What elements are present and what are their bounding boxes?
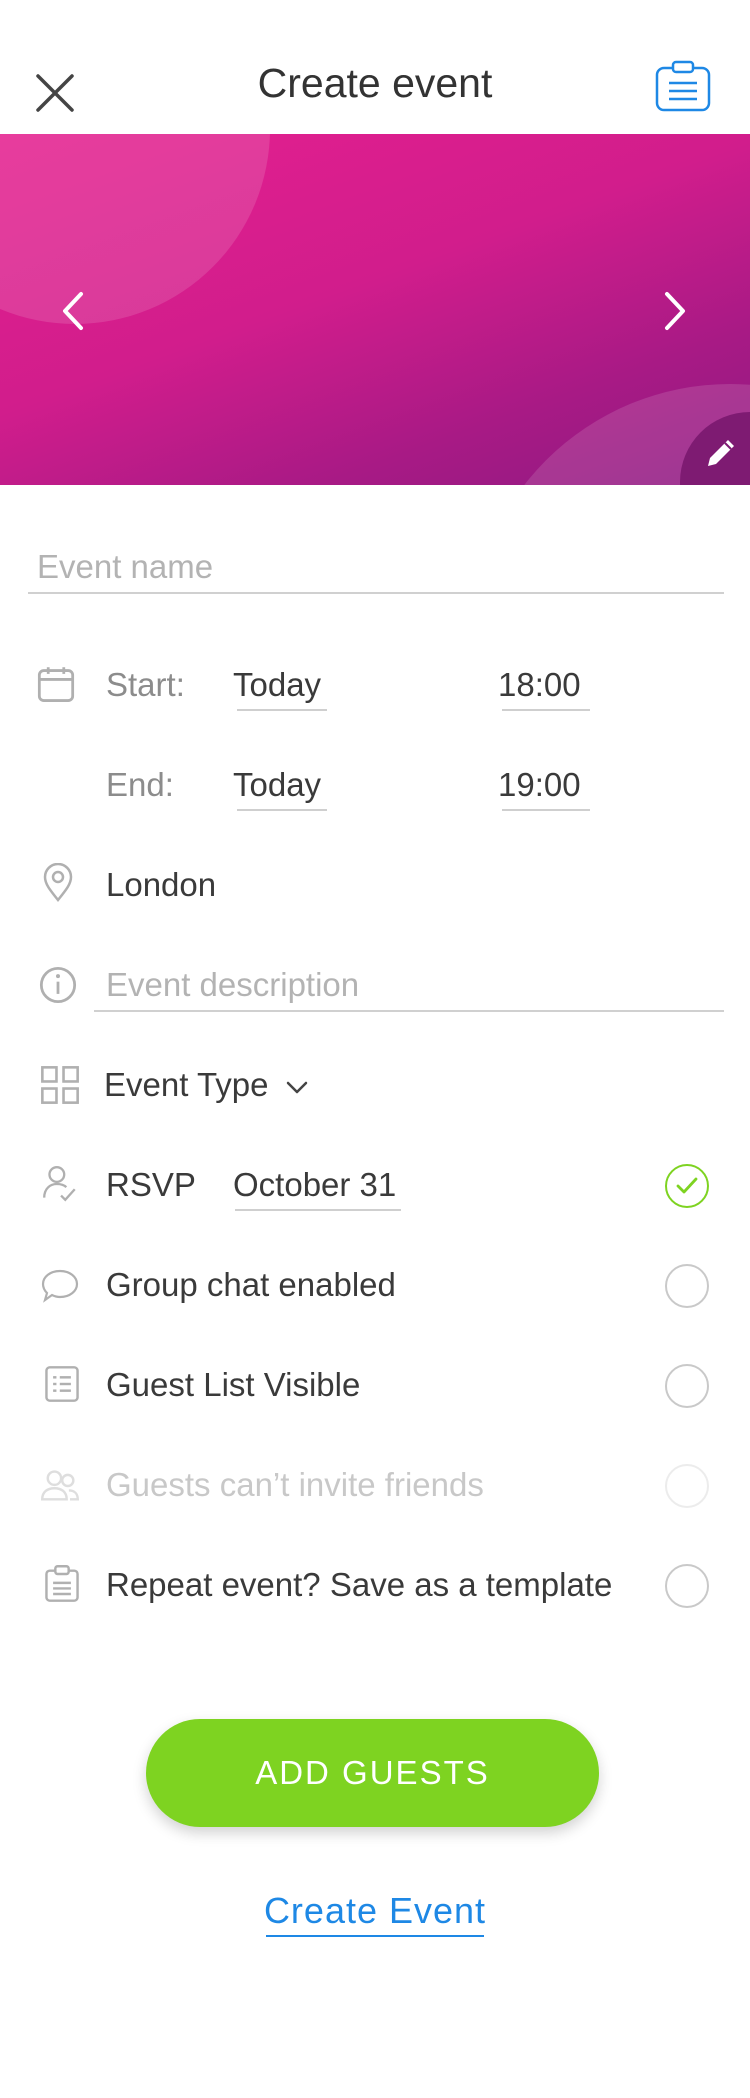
rsvp-checkbox[interactable] xyxy=(665,1164,709,1208)
list-icon xyxy=(45,1366,79,1402)
calendar-icon xyxy=(37,667,75,702)
checkmark-icon xyxy=(676,1177,698,1194)
save-template-checkbox[interactable] xyxy=(665,1564,709,1608)
event-cover-banner xyxy=(0,134,750,485)
guest-list-visible-checkbox[interactable] xyxy=(665,1364,709,1408)
event-description-input[interactable]: Event description xyxy=(106,966,359,1004)
group-chat-checkbox[interactable] xyxy=(665,1264,709,1308)
link-underline xyxy=(266,1935,484,1937)
divider xyxy=(237,709,327,711)
chevron-left-icon xyxy=(63,292,83,330)
clipboard-icon xyxy=(45,1565,79,1602)
end-date-field[interactable]: Today xyxy=(233,766,321,804)
divider xyxy=(28,592,724,594)
end-time-field[interactable]: 19:00 xyxy=(498,766,581,804)
option-label: Guests can’t invite friends xyxy=(106,1466,484,1503)
people-icon xyxy=(40,1470,80,1501)
divider xyxy=(502,809,590,811)
clipboard-icon xyxy=(655,60,711,112)
event-type-dropdown[interactable]: Event Type xyxy=(104,1066,310,1104)
start-time-field[interactable]: 18:00 xyxy=(498,666,581,704)
prev-cover-button[interactable] xyxy=(55,286,95,336)
decorative-circle xyxy=(0,134,270,324)
event-name-input[interactable]: Event name xyxy=(37,548,213,586)
divider xyxy=(235,1209,401,1211)
add-guests-button[interactable]: ADD GUESTS xyxy=(146,1719,599,1827)
option-label: Guest List Visible xyxy=(106,1366,361,1403)
start-label: Start: xyxy=(106,666,185,703)
location-pin-icon xyxy=(43,863,73,903)
grid-icon xyxy=(41,1066,79,1104)
header-bar: Create event xyxy=(0,0,750,134)
create-event-link[interactable]: Create Event xyxy=(0,1890,750,1932)
divider xyxy=(237,809,327,811)
divider xyxy=(502,709,590,711)
rsvp-date-field[interactable]: October 31 xyxy=(233,1166,396,1204)
divider xyxy=(94,1010,724,1012)
rsvp-person-icon xyxy=(43,1166,76,1202)
option-label: Group chat enabled xyxy=(106,1266,396,1303)
guests-cant-invite-checkbox[interactable] xyxy=(665,1464,709,1508)
location-field[interactable]: London xyxy=(106,866,216,904)
option-label: Repeat event? Save as a template xyxy=(106,1566,613,1603)
page-title: Create event xyxy=(257,60,493,106)
next-cover-button[interactable] xyxy=(655,286,695,336)
end-label: End: xyxy=(106,766,174,803)
template-button[interactable] xyxy=(653,56,713,116)
rsvp-label: RSVP xyxy=(106,1166,196,1203)
chat-bubble-icon xyxy=(41,1269,79,1303)
event-type-label: Event Type xyxy=(104,1066,269,1103)
info-icon xyxy=(39,966,77,1004)
chevron-right-icon xyxy=(665,292,685,330)
chevron-down-icon xyxy=(286,1082,307,1094)
start-date-field[interactable]: Today xyxy=(233,666,321,704)
pencil-icon xyxy=(708,440,734,466)
